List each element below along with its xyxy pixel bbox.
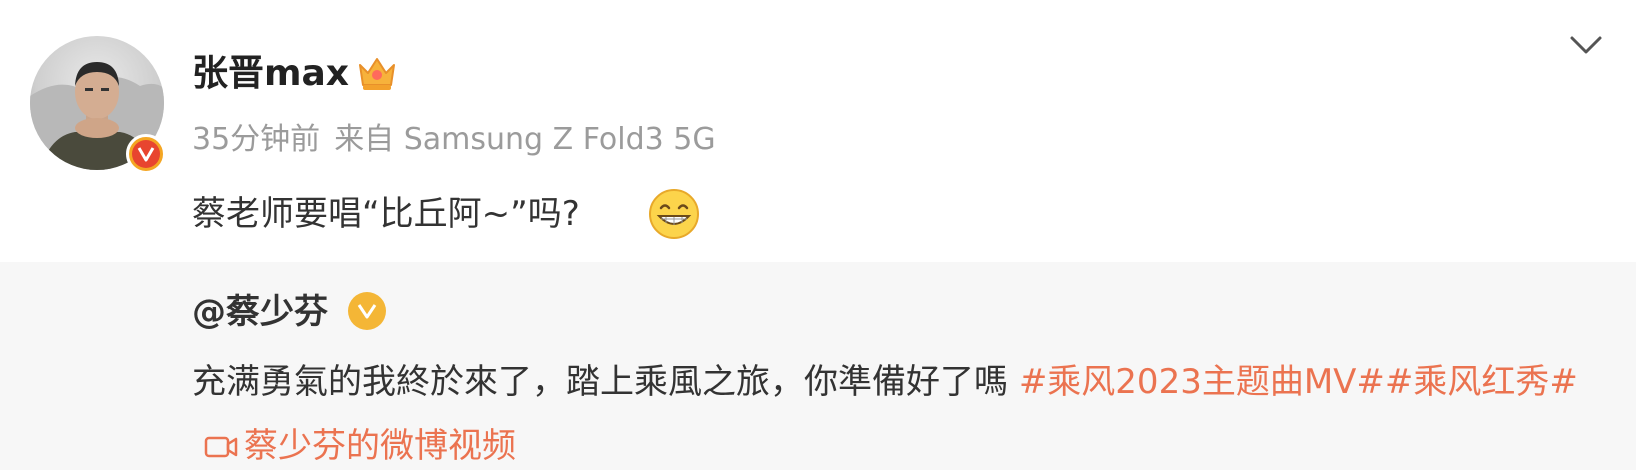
verified-badge-icon xyxy=(348,292,386,330)
post-text: 蔡老师要唱“比丘阿~”吗? xyxy=(192,194,580,234)
hashtag-link[interactable]: #乘风2023主题曲MV# xyxy=(1019,362,1385,402)
post-time: 35分钟前 xyxy=(192,122,321,157)
video-link-label: 蔡少芬的微博视频 xyxy=(244,426,516,466)
post-source: 来自 Samsung Z Fold3 5G xyxy=(334,122,716,157)
original-post-text: 充满勇氣的我終於來了，踏上乘風之旅，你準備好了嗎 #乘风2023主题曲MV##乘… xyxy=(192,350,1612,470)
post-meta: 35分钟前 来自 Samsung Z Fold3 5G xyxy=(192,118,716,162)
verified-badge-icon xyxy=(126,134,166,174)
post-author-name[interactable]: 张晋max xyxy=(192,50,349,98)
hashtag-link[interactable]: #乘风红秀# xyxy=(1385,362,1578,402)
video-link[interactable]: 蔡少芬的微博视频 xyxy=(192,426,516,466)
video-camera-icon xyxy=(204,417,238,470)
weibo-post-card: 张晋max 35分钟前 来自 Samsung Z Fold3 5G 蔡老师要唱“比… xyxy=(0,0,1636,470)
grin-emoji-icon xyxy=(648,188,700,240)
original-post-body: 充满勇氣的我終於來了，踏上乘風之旅，你準備好了嗎 xyxy=(192,362,1019,402)
original-author-link[interactable]: @蔡少芬 xyxy=(192,288,328,336)
member-crown-icon[interactable] xyxy=(356,53,398,93)
chevron-down-icon[interactable] xyxy=(1568,30,1604,60)
